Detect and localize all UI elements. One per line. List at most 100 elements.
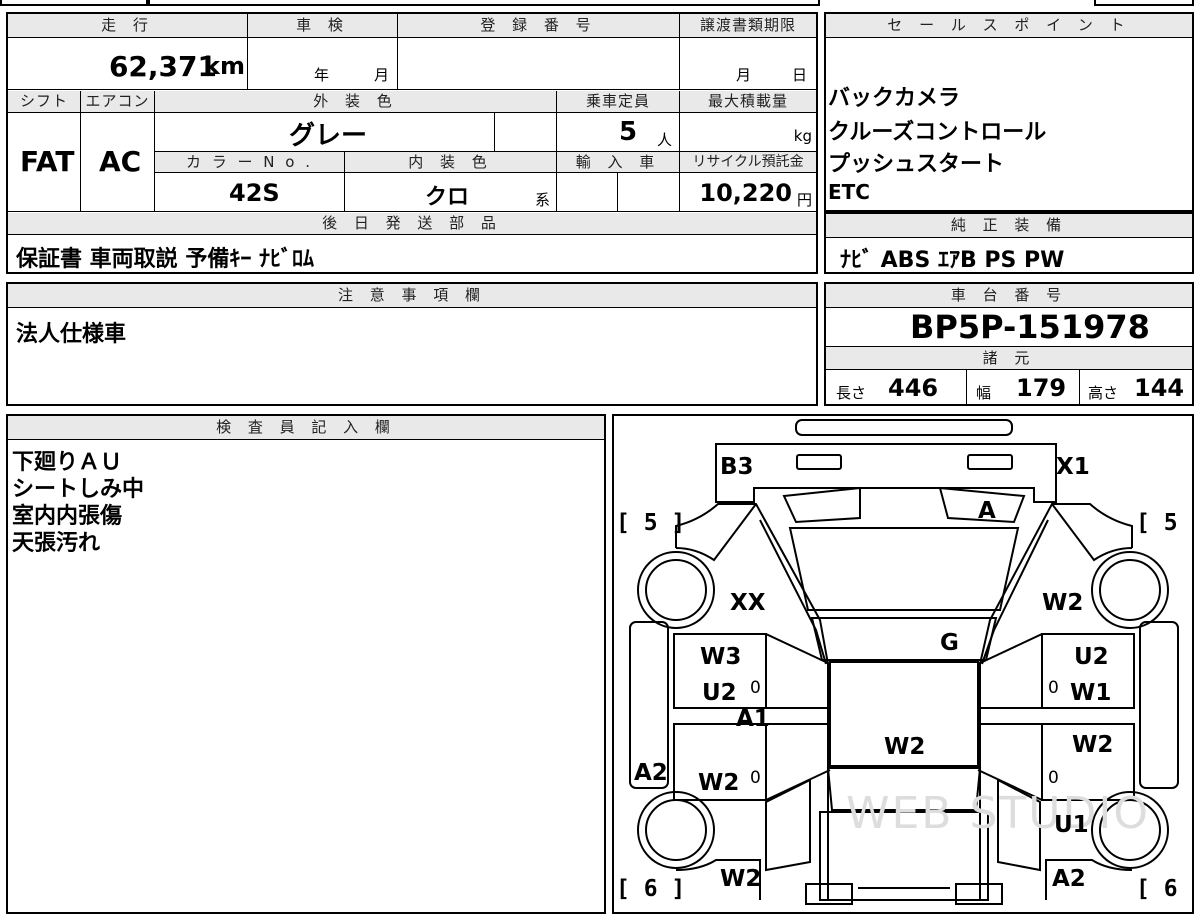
registration-cell <box>398 38 680 90</box>
inspection-year-label: 年 <box>314 66 330 84</box>
color-no-cell: 42S <box>155 173 345 212</box>
capacity-cell: 5 人 <box>557 113 680 151</box>
color-no-header: カ ラ ー N o . <box>155 151 345 173</box>
mark-right-front-door-2: W1 <box>1070 680 1112 706</box>
transfer-deadline-header: 譲渡書類期限 <box>680 14 816 38</box>
mark-roof-front: G <box>940 630 959 656</box>
specs-header: 諸 元 <box>826 346 1192 370</box>
mark-left-pillar: A1 <box>736 706 770 732</box>
mark-right-front-door-1: U2 <box>1074 644 1109 670</box>
specs-divider-1 <box>966 370 967 404</box>
width-value: 179 <box>1016 374 1067 402</box>
notes-value: 法人仕様車 <box>16 322 127 347</box>
roof-front <box>810 617 998 661</box>
front-bumper-shape <box>795 419 1013 436</box>
left-headlight <box>796 454 842 470</box>
rear-left-wheel <box>637 791 715 869</box>
windshield-shape <box>788 527 1020 611</box>
inspection-month-label: 月 <box>374 66 390 84</box>
front-right-fender-shape <box>1051 503 1133 562</box>
exterior-color-extra <box>495 113 557 151</box>
right-sill-shape <box>1139 621 1179 789</box>
inspector-box: 検 査 員 記 入 欄 下廻りＡＵ シートしみ中 室内内張傷 天張汚れ <box>6 414 606 914</box>
mark-left-front-door-zero: 0 <box>750 678 761 698</box>
exterior-color-cell: グレー <box>155 113 495 151</box>
genuine-equipment-value: ﾅﾋﾞ ABS ｴｱB PS PW <box>840 248 1065 273</box>
width-label: 幅 <box>976 384 992 402</box>
tire-rear-left-value: 6 <box>643 876 658 902</box>
mark-left-rear-door: W2 <box>698 770 740 796</box>
tire-front-left: [ 5 ] <box>616 510 686 536</box>
import-cell-2 <box>618 173 680 212</box>
mark-right-front-door-zero: 0 <box>1048 678 1059 698</box>
front-left-wheel <box>637 551 715 629</box>
max-load-cell: kg <box>680 113 816 151</box>
mileage-header: 走 行 <box>8 14 248 38</box>
transfer-day-label: 日 <box>792 66 808 84</box>
exterior-color-value: グレー <box>289 121 368 151</box>
tire-rear-right: [ 6 ] <box>1136 876 1192 902</box>
sales-points-header: セ ー ル ス ポ イ ン ト <box>826 14 1192 38</box>
mileage-cell: 62,371 km <box>8 38 248 90</box>
car-diagram-box: WEB STUDIO [ 5 ] [ 5 ] [ 6 ] [ 6 ] B3 X1… <box>612 414 1194 914</box>
ac-value: AC <box>99 145 142 178</box>
mark-roof-center: W2 <box>884 734 926 760</box>
ac-header: エアコン <box>81 91 155 113</box>
mark-right-rear-fender: U1 <box>1054 812 1089 838</box>
max-load-header: 最大積載量 <box>680 91 816 113</box>
right-headlight <box>967 454 1013 470</box>
tire-front-right: [ 5 ] <box>1136 510 1192 536</box>
shift-value: FAT <box>20 145 75 178</box>
tire-front-left-value: 5 <box>643 510 658 536</box>
shift-cell: FAT <box>8 113 81 212</box>
vehicle-info-table: 走 行 車 検 登 録 番 号 譲渡書類期限 62,371 km 年 月 月 日… <box>6 12 818 274</box>
top-strip-mid <box>148 0 820 6</box>
inspection-cell: 年 月 <box>248 38 398 90</box>
sales-point-3: プッシュスタート <box>828 152 1005 177</box>
recycle-cell: 10,220 円 <box>680 173 816 212</box>
later-parts-cell: 保証書 車両取説 予備ｷｰ ﾅﾋﾞﾛﾑ <box>8 235 816 272</box>
interior-color-cell: クロ 系 <box>345 173 557 212</box>
mark-windshield-right: A <box>978 498 996 524</box>
interior-color-suffix: 系 <box>535 191 551 209</box>
color-no-value: 42S <box>229 179 280 207</box>
sales-point-1: バックカメラ <box>828 86 961 111</box>
rear-left-wheel-inner <box>645 799 707 861</box>
front-right-wheel <box>1091 551 1169 629</box>
top-strip-right <box>1094 0 1194 6</box>
notes-header: 注 意 事 項 欄 <box>8 284 816 308</box>
specs-divider-2 <box>1079 370 1080 404</box>
mark-left-sill: A2 <box>634 760 668 786</box>
mileage-value: 62,371 <box>108 50 217 83</box>
transfer-month-label: 月 <box>736 66 752 84</box>
front-right-wheel-inner <box>1099 559 1161 621</box>
import-header: 輸 入 車 <box>557 151 680 173</box>
ac-cell: AC <box>81 113 155 212</box>
recycle-value: 10,220 <box>699 179 792 207</box>
registration-header: 登 録 番 号 <box>398 14 680 38</box>
inspection-header: 車 検 <box>248 14 398 38</box>
capacity-unit: 人 <box>657 131 673 149</box>
genuine-equipment-header: 純 正 装 備 <box>826 214 1192 238</box>
recycle-unit: 円 <box>796 191 812 209</box>
interior-color-header: 内 装 色 <box>345 151 557 173</box>
left-rear-quarter-shape <box>765 778 811 872</box>
chassis-header: 車 台 番 号 <box>826 284 1192 308</box>
windshield-top <box>782 486 861 524</box>
notes-box: 注 意 事 項 欄 法人仕様車 <box>6 282 818 406</box>
tire-rear-left: [ 6 ] <box>616 876 686 902</box>
later-parts-value: 保証書 車両取説 予備ｷｰ ﾅﾋﾞﾛﾑ <box>16 247 314 272</box>
length-value: 446 <box>888 374 939 402</box>
length-label: 長さ <box>836 384 867 402</box>
transfer-deadline-cell: 月 日 <box>680 38 816 90</box>
chassis-box: 車 台 番 号 BP5P-151978 諸 元 長さ 446 幅 179 高さ … <box>824 282 1194 406</box>
later-parts-header: 後 日 発 送 部 品 <box>8 213 816 235</box>
chassis-number: BP5P-151978 <box>910 308 1150 346</box>
genuine-equipment-box: 純 正 装 備 ﾅﾋﾞ ABS ｴｱB PS PW <box>824 212 1194 274</box>
mark-right-rear-door: W2 <box>1072 732 1114 758</box>
front-left-fender-shape <box>675 503 757 562</box>
capacity-header: 乗車定員 <box>557 91 680 113</box>
exterior-color-header: 外 装 色 <box>155 91 557 113</box>
max-load-unit: kg <box>793 127 812 145</box>
mileage-unit: km <box>204 52 245 80</box>
